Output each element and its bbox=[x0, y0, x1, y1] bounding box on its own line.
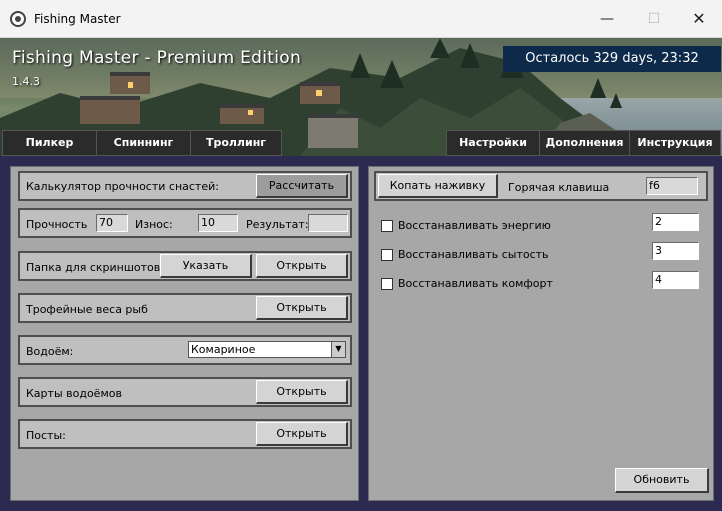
tackle-calc-row: Калькулятор прочности снастей: Рассчитат… bbox=[18, 171, 352, 201]
open-trophy-button[interactable]: Открыть bbox=[256, 296, 348, 320]
window-title: Fishing Master bbox=[34, 12, 121, 26]
result-output bbox=[308, 214, 348, 232]
tab-trolling[interactable]: Троллинг bbox=[190, 130, 282, 156]
title-bar: Fishing Master — ☐ ✕ bbox=[0, 0, 722, 38]
waterbody-label: Водоём: bbox=[26, 345, 74, 358]
restore-energy-label: Восстанавливать энергию bbox=[398, 219, 551, 232]
tab-instructions[interactable]: Инструкция bbox=[629, 130, 721, 156]
trophy-row: Трофейные веса рыб Открыть bbox=[18, 293, 352, 323]
screenshots-label: Папка для скриншотов: bbox=[26, 261, 164, 274]
app-version: 1.4.3 bbox=[12, 75, 40, 88]
open-maps-button[interactable]: Открыть bbox=[256, 380, 348, 404]
strength-label: Прочность bbox=[26, 218, 88, 231]
waterbody-selected: Комариное bbox=[191, 343, 256, 356]
banner-window-light bbox=[128, 82, 133, 88]
maximize-button[interactable]: ☐ bbox=[631, 0, 677, 38]
tackle-calc-label: Калькулятор прочности снастей: bbox=[26, 180, 219, 193]
restore-energy-checkbox[interactable] bbox=[381, 220, 393, 232]
tab-spinning[interactable]: Спиннинг bbox=[96, 130, 191, 156]
waterbody-maps-label: Карты водоёмов bbox=[26, 387, 122, 400]
trophy-weights-label: Трофейные веса рыб bbox=[26, 303, 148, 316]
tab-settings[interactable]: Настройки bbox=[446, 130, 540, 156]
calculate-button[interactable]: Рассчитать bbox=[256, 174, 348, 198]
waterbody-row: Водоём: Комариное ▼ bbox=[18, 335, 352, 365]
restore-satiety-checkbox[interactable] bbox=[381, 249, 393, 261]
license-countdown: Осталось 329 days, 23:32 bbox=[503, 46, 721, 72]
open-posts-button[interactable]: Открыть bbox=[256, 422, 348, 446]
posts-label: Посты: bbox=[26, 429, 66, 442]
restore-satiety-input[interactable]: 3 bbox=[652, 242, 699, 260]
strength-row: Прочность 70 Износ: 10 Результат: bbox=[18, 208, 352, 238]
tab-addons[interactable]: Дополнения bbox=[539, 130, 630, 156]
banner-window-light bbox=[248, 110, 253, 115]
minimize-button[interactable]: — bbox=[584, 0, 630, 38]
restore-comfort-label: Восстанавливать комфорт bbox=[398, 277, 553, 290]
hotkey-input[interactable]: f6 bbox=[646, 177, 698, 195]
wear-label: Износ: bbox=[135, 218, 173, 231]
update-button[interactable]: Обновить bbox=[615, 468, 709, 493]
dig-bait-row: Копать наживку Горячая клавиша f6 bbox=[374, 171, 708, 201]
maps-row: Карты водоёмов Открыть bbox=[18, 377, 352, 407]
strength-input[interactable]: 70 bbox=[96, 214, 128, 232]
app-logo-icon bbox=[10, 11, 26, 27]
tab-pilker[interactable]: Пилкер bbox=[2, 130, 97, 156]
restore-comfort-checkbox[interactable] bbox=[381, 278, 393, 290]
specify-folder-button[interactable]: Указать bbox=[160, 254, 252, 278]
dig-bait-button[interactable]: Копать наживку bbox=[378, 174, 498, 198]
screenshots-row: Папка для скриншотов: Указать Открыть bbox=[18, 251, 352, 281]
chevron-down-icon[interactable]: ▼ bbox=[331, 342, 345, 357]
open-screenshots-button[interactable]: Открыть bbox=[256, 254, 348, 278]
close-button[interactable]: ✕ bbox=[676, 0, 722, 38]
banner-window-light bbox=[316, 90, 322, 96]
restore-comfort-input[interactable]: 4 bbox=[652, 271, 699, 289]
restore-satiety-label: Восстанавливать сытость bbox=[398, 248, 549, 261]
result-label: Результат: bbox=[246, 218, 309, 231]
hotkey-label: Горячая клавиша bbox=[508, 181, 610, 194]
banner-house bbox=[308, 114, 358, 148]
banner-house bbox=[220, 104, 264, 124]
wear-input[interactable]: 10 bbox=[198, 214, 238, 232]
app-title: Fishing Master - Premium Edition bbox=[12, 48, 302, 68]
banner-house bbox=[80, 96, 140, 124]
restore-energy-input[interactable]: 2 bbox=[652, 213, 699, 231]
posts-row: Посты: Открыть bbox=[18, 419, 352, 449]
waterbody-select[interactable]: Комариное ▼ bbox=[188, 341, 346, 358]
